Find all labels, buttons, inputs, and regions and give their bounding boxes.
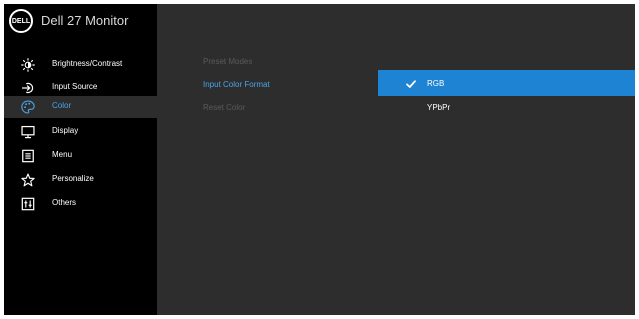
- sidebar-item-label: Input Source: [52, 82, 98, 91]
- brightness-icon: [20, 57, 36, 73]
- display-icon: [20, 124, 36, 140]
- choice-label: YPbPr: [427, 103, 451, 112]
- sidebar-item-label: Brightness/Contrast: [52, 59, 123, 68]
- sidebar-item-label: Personalize: [52, 174, 94, 183]
- sidebar: DELL Dell 27 Monitor Brightness/Contrast: [4, 4, 157, 315]
- menu-icon: [20, 148, 36, 164]
- sidebar-item-label: Color: [52, 101, 72, 110]
- choice-ypbpr[interactable]: YPbPr: [378, 94, 635, 120]
- input-source-icon: [20, 80, 36, 96]
- sidebar-item-brightness-contrast[interactable]: Brightness/Contrast: [4, 54, 157, 76]
- option-reset-color[interactable]: Reset Color: [203, 103, 245, 112]
- choice-label: RGB: [427, 79, 445, 88]
- sidebar-item-label: Menu: [52, 150, 73, 159]
- choice-rgb[interactable]: RGB: [378, 70, 635, 96]
- sidebar-item-menu[interactable]: Menu: [4, 145, 157, 167]
- sidebar-item-personalize[interactable]: Personalize: [4, 169, 157, 191]
- sidebar-item-label: Others: [52, 198, 77, 207]
- option-input-color-format[interactable]: Input Color Format: [203, 80, 270, 89]
- checkmark-icon: [405, 77, 417, 89]
- sidebar-item-display[interactable]: Display: [4, 121, 157, 143]
- option-preset-modes[interactable]: Preset Modes: [203, 57, 252, 66]
- sidebar-item-label: Display: [52, 126, 79, 135]
- others-icon: [20, 196, 36, 212]
- monitor-title: Dell 27 Monitor: [41, 13, 129, 28]
- sidebar-item-others[interactable]: Others: [4, 193, 157, 215]
- sidebar-item-color[interactable]: Color: [4, 96, 157, 118]
- brand-header: DELL Dell 27 Monitor: [4, 4, 157, 44]
- monitor-osd: DELL Dell 27 Monitor Brightness/Contrast: [4, 4, 635, 315]
- color-palette-icon: [20, 99, 36, 115]
- dell-logo: DELL: [9, 9, 33, 33]
- star-icon: [20, 172, 36, 188]
